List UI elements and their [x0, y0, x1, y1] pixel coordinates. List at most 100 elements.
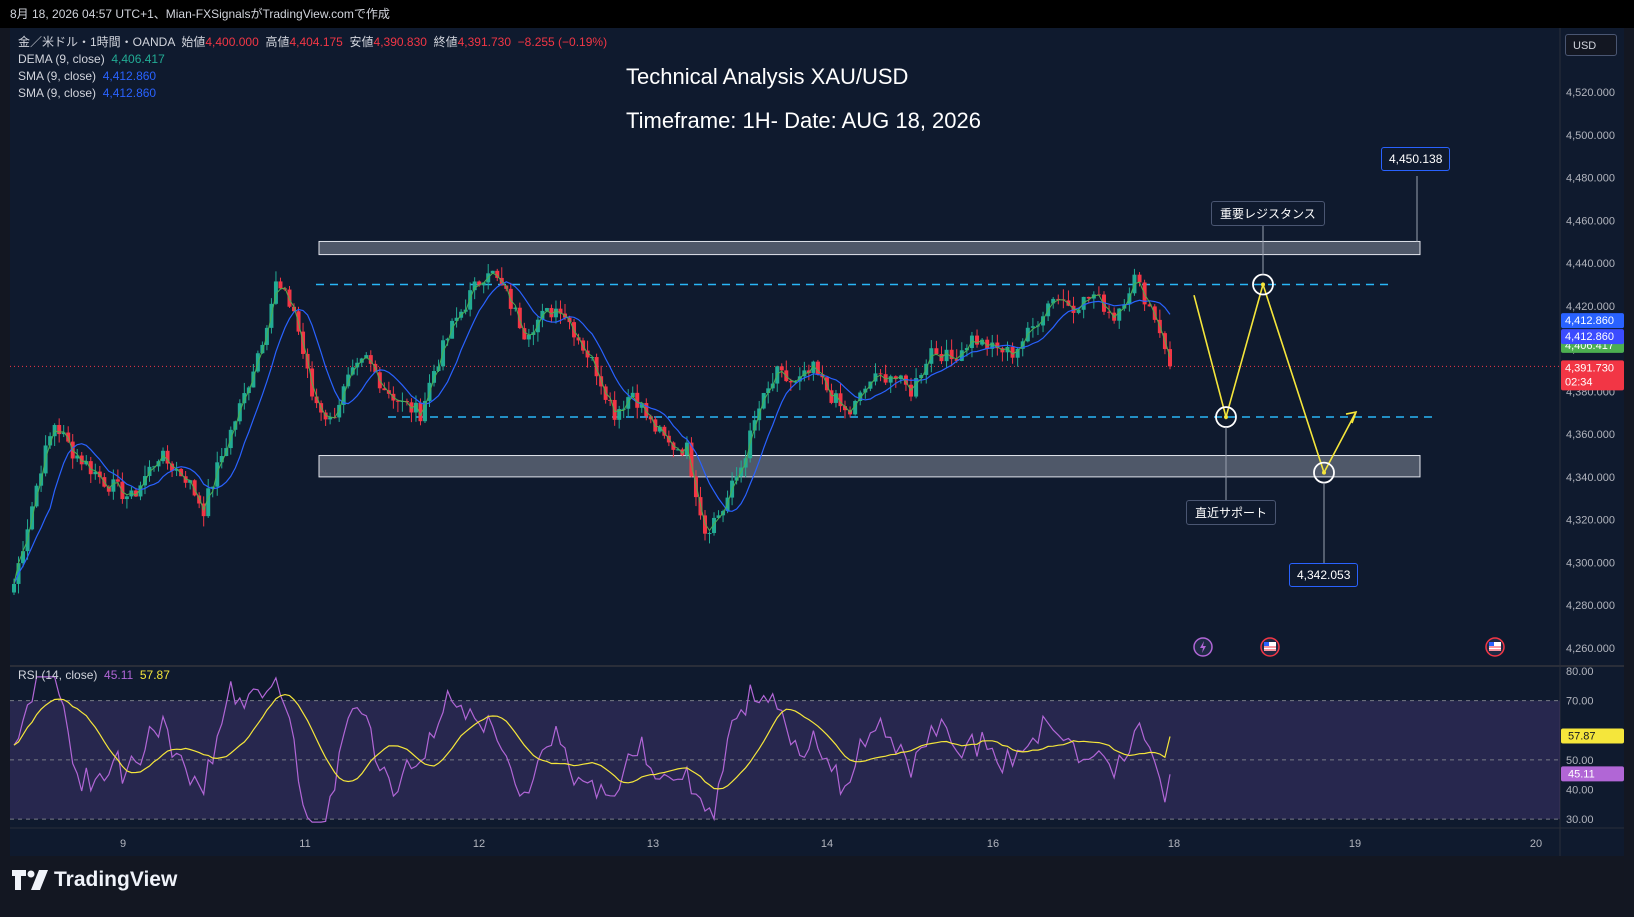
candle-body — [522, 328, 527, 340]
candle-body — [788, 381, 793, 383]
rsi-tick-label: 80.00 — [1566, 666, 1594, 678]
candle-body — [115, 479, 120, 482]
target-low-box[interactable]: 4,342.053 — [1289, 563, 1359, 587]
rsi-tick-label: 40.00 — [1566, 784, 1594, 796]
rsi-tick-label: 30.00 — [1566, 814, 1594, 826]
forecast-point-dot — [1224, 415, 1228, 420]
candle-body — [350, 367, 355, 375]
low-label: 安値 — [349, 35, 374, 49]
close-label: 終値 — [433, 35, 458, 49]
sma2-label: SMA (9, close) — [18, 86, 97, 100]
us-flag-event-icon[interactable] — [1260, 637, 1280, 657]
sma1-label: SMA (9, close) — [18, 69, 97, 83]
support-callout[interactable]: 直近サポート — [1186, 500, 1277, 525]
price-tick-label: 4,460.000 — [1566, 215, 1615, 227]
flag-canton — [1264, 642, 1269, 646]
price-tick-label: 4,260.000 — [1566, 643, 1615, 655]
candle-body — [12, 583, 16, 593]
rsi-value: 45.11 — [104, 668, 134, 682]
symbol-name[interactable]: 金／米ドル・1時間・OANDA — [18, 35, 175, 49]
time-tick-label: 12 — [473, 838, 485, 850]
open-label: 始値 — [181, 35, 206, 49]
candle-body — [779, 366, 784, 371]
footer — [0, 856, 1634, 917]
sma2-value: 4,412.860 — [102, 86, 157, 100]
time-tick-label: 16 — [987, 838, 999, 850]
flag-canton — [1489, 642, 1494, 646]
price-tick-label: 4,360.000 — [1566, 429, 1615, 441]
low-value: 4,390.830 — [373, 35, 427, 49]
high-value: 4,404.175 — [289, 35, 343, 49]
candle-body — [878, 373, 883, 375]
time-tick-label: 13 — [647, 838, 659, 850]
high-label: 高値 — [265, 35, 290, 49]
dema-label: DEMA (9, close) — [18, 52, 105, 66]
price-tick-label: 4,280.000 — [1566, 600, 1615, 612]
candle-body — [594, 357, 599, 377]
resistance-callout[interactable]: 重要レジスタンス — [1211, 201, 1325, 226]
candle-body — [432, 371, 437, 383]
symbol-legend: 金／米ドル・1時間・OANDA 始値4,400.000 高値4,404.175 … — [18, 34, 607, 102]
tradingview-logo-icon — [12, 870, 48, 890]
candle-body — [287, 289, 292, 307]
support-zone[interactable] — [318, 455, 1421, 478]
rsi-tick-label: 70.00 — [1566, 696, 1594, 708]
rsi-ma-badge-text: 57.87 — [1568, 731, 1596, 743]
rsi-badge-text: 45.11 — [1568, 768, 1595, 780]
us-flag-event-icon[interactable] — [1485, 637, 1505, 657]
candle-body — [346, 374, 351, 387]
rsi-legend[interactable]: RSI (14, close) 45.11 57.87 — [18, 668, 170, 682]
candle-body — [120, 481, 125, 500]
price-axis-badge-text: 4,412.860 — [1565, 331, 1614, 343]
candle-body — [21, 551, 26, 564]
resistance-zone[interactable] — [318, 240, 1421, 256]
price-tick-label: 4,320.000 — [1566, 515, 1615, 527]
sma1-value: 4,412.860 — [102, 69, 157, 83]
time-tick-label: 11 — [299, 838, 310, 850]
candle-body — [707, 533, 712, 535]
dema-legend[interactable]: DEMA (9, close) 4,406.417 — [18, 51, 607, 68]
currency-button[interactable]: USD — [1565, 34, 1617, 56]
candle-body — [553, 308, 558, 318]
candle-body — [215, 462, 220, 487]
candle-body — [914, 378, 919, 397]
target-high-box[interactable]: 4,450.138 — [1381, 147, 1451, 171]
candle-body — [278, 281, 283, 289]
sma2-legend[interactable]: SMA (9, close) 4,412.860 — [18, 85, 607, 102]
dema-value: 4,406.417 — [111, 52, 165, 66]
rsi-label: RSI (14, close) — [18, 668, 98, 682]
dema-line — [13, 272, 1171, 585]
tradingview-logo[interactable]: TradingView — [12, 868, 177, 892]
forecast-path[interactable] — [1193, 281, 1357, 475]
sma-line — [13, 281, 1171, 585]
brand-name: TradingView — [54, 868, 178, 891]
close-value: 4,391.730 — [457, 35, 511, 49]
time-tick-label: 9 — [120, 838, 126, 850]
price-axis-badge-time: 02:34 — [1565, 376, 1593, 388]
candle-body — [944, 349, 949, 362]
price-tick-label: 4,500.000 — [1566, 130, 1615, 142]
price-tick-label: 4,480.000 — [1566, 173, 1615, 185]
price-chart[interactable]: 4,260.000 4,280.000 4,300.000 4,320.000 4,34… — [0, 0, 1634, 917]
rsi-ma-value: 57.87 — [139, 668, 170, 682]
price-tick-label: 4,420.000 — [1566, 301, 1615, 313]
open-value: 4,400.000 — [205, 35, 259, 49]
candle-body — [626, 397, 631, 409]
chart-subtitle: Timeframe: 1H- Date: AUG 18, 2026 — [626, 108, 981, 133]
candle-body — [612, 399, 617, 420]
candle-body — [57, 424, 62, 435]
price-axis-badge-text: 4,412.860 — [1565, 315, 1614, 327]
lightning-event-icon[interactable] — [1193, 637, 1213, 657]
candle-body — [1137, 274, 1142, 283]
forecast-point-dot — [1322, 470, 1326, 475]
price-tick-label: 4,340.000 — [1566, 472, 1615, 484]
time-tick-label: 14 — [821, 838, 833, 850]
time-tick-label: 19 — [1349, 838, 1361, 850]
chart-title: Technical Analysis XAU/USD — [626, 64, 909, 89]
sma1-legend[interactable]: SMA (9, close) 4,412.860 — [18, 68, 607, 85]
time-tick-label: 20 — [1530, 838, 1542, 850]
rsi-tick-label: 50.00 — [1566, 755, 1594, 767]
price-tick-label: 4,440.000 — [1566, 258, 1615, 270]
candle-body — [468, 290, 473, 310]
change-value: −8.255 (−0.19%) — [517, 35, 608, 49]
